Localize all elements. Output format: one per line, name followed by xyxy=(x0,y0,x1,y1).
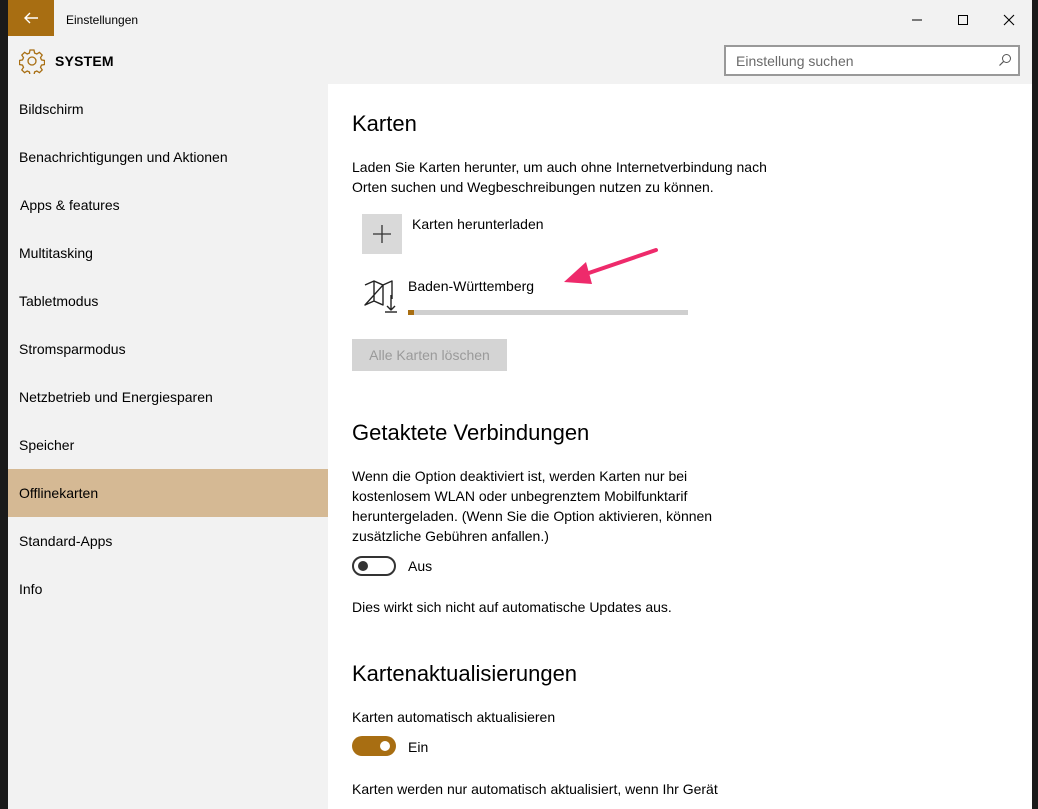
plus-icon xyxy=(373,225,391,243)
close-icon xyxy=(1003,14,1015,26)
sidebar-item-standard-apps[interactable]: Standard-Apps xyxy=(8,517,328,565)
metered-toggle-label: Aus xyxy=(408,558,433,574)
download-progress-bar xyxy=(408,310,688,315)
auto-update-label: Karten automatisch aktualisieren xyxy=(352,709,556,725)
auto-update-toggle[interactable] xyxy=(352,736,396,756)
search-input[interactable] xyxy=(736,52,986,70)
sidebar-item-info[interactable]: Info xyxy=(8,565,328,613)
delete-all-maps-button[interactable]: Alle Karten löschen xyxy=(352,339,507,371)
sidebar-item-benachrichtigungen[interactable]: Benachrichtigungen und Aktionen xyxy=(8,133,328,181)
minimize-icon xyxy=(912,19,922,21)
karten-heading: Karten xyxy=(352,111,417,136)
updates-heading: Kartenaktualisierungen xyxy=(352,661,578,686)
sidebar-item-speicher[interactable]: Speicher xyxy=(8,421,328,469)
sidebar-nav: Bildschirm Benachrichtigungen und Aktion… xyxy=(8,84,328,809)
content-scrollbar[interactable] xyxy=(1026,84,1032,809)
updates-description: Karten werden nur automatisch aktualisie… xyxy=(352,781,718,797)
back-arrow-icon xyxy=(24,12,38,24)
search-icon[interactable] xyxy=(998,53,1012,67)
sidebar-item-bildschirm[interactable]: Bildschirm xyxy=(8,85,328,133)
sidebar-item-offlinekarten[interactable]: Offlinekarten xyxy=(8,469,328,517)
title-bar: Einstellungen xyxy=(8,0,1032,40)
maximize-icon xyxy=(958,15,968,25)
search-box[interactable] xyxy=(724,45,1020,76)
karten-description: Laden Sie Karten herunter, um auch ohne … xyxy=(352,159,767,195)
sidebar-item-multitasking[interactable]: Multitasking xyxy=(8,229,328,277)
settings-window: Einstellungen SYSTEM Bildschi xyxy=(8,0,1032,809)
metered-description: Wenn die Option deaktiviert ist, werden … xyxy=(352,468,713,544)
map-download-icon xyxy=(364,280,397,313)
download-progress-fill xyxy=(408,310,414,315)
toggle-knob xyxy=(380,741,390,751)
add-map-label[interactable]: Karten herunterladen xyxy=(412,216,544,232)
sidebar-item-netzbetrieb[interactable]: Netzbetrieb und Energiesparen xyxy=(8,373,328,421)
sidebar-item-stromsparmodus[interactable]: Stromsparmodus xyxy=(8,325,328,373)
auto-update-toggle-label: Ein xyxy=(408,739,429,755)
content-pane: Karten Laden Sie Karten herunter, um auc… xyxy=(328,84,1032,809)
sidebar-item-tabletmodus[interactable]: Tabletmodus xyxy=(8,277,328,325)
add-map-button[interactable] xyxy=(362,214,402,254)
close-button[interactable] xyxy=(986,0,1032,40)
map-name[interactable]: Baden-Württemberg xyxy=(408,278,534,294)
toggle-knob xyxy=(358,561,368,571)
sidebar-item-apps-features[interactable]: Apps & features xyxy=(8,181,328,229)
section-title: SYSTEM xyxy=(55,53,114,69)
metered-toggle[interactable] xyxy=(352,556,396,576)
annotation-arrow-icon xyxy=(564,248,658,284)
window-title: Einstellungen xyxy=(66,13,139,27)
gear-icon xyxy=(19,49,45,74)
settings-header: SYSTEM xyxy=(8,40,1032,84)
minimize-button[interactable] xyxy=(894,0,940,40)
metered-note: Dies wirkt sich nicht auf automatische U… xyxy=(352,599,672,615)
maximize-button[interactable] xyxy=(940,0,986,40)
metered-heading: Getaktete Verbindungen xyxy=(352,420,590,445)
back-button[interactable] xyxy=(8,0,54,36)
